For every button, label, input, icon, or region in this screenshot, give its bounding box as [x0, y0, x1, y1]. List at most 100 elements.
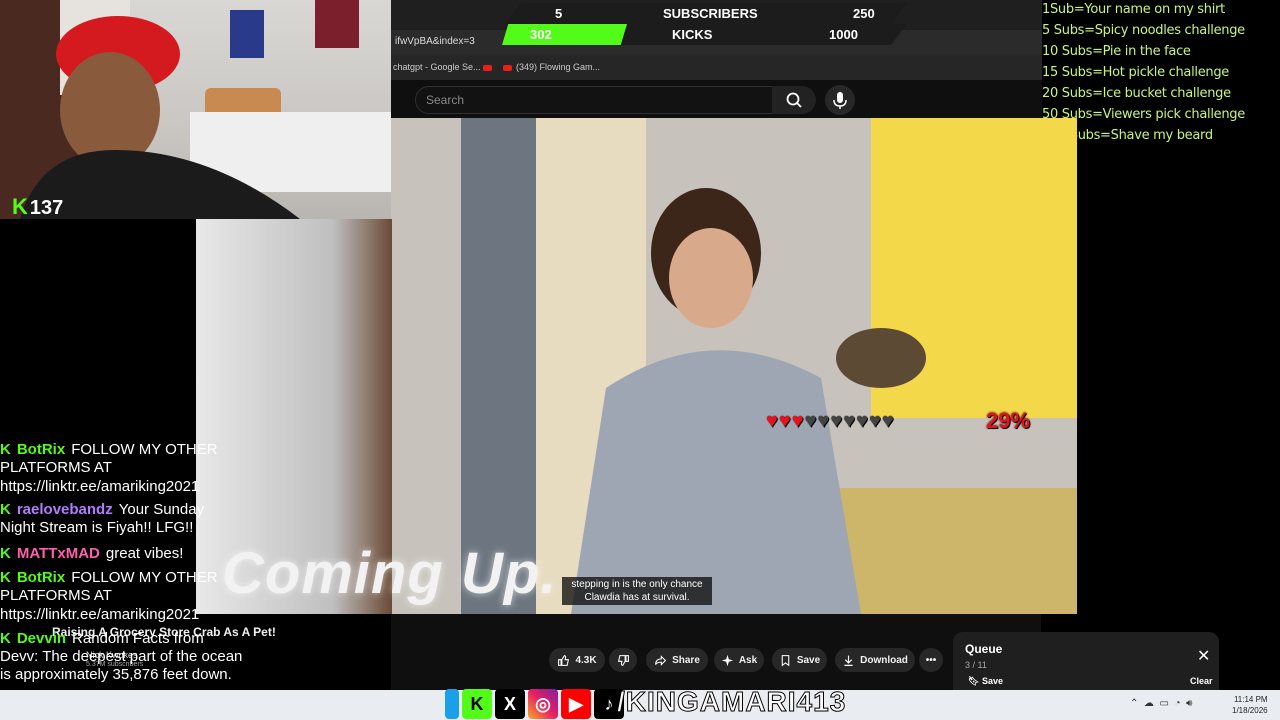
kick-logo-icon: K: [12, 194, 28, 219]
search-input[interactable]: Search: [415, 86, 774, 114]
viewer-count: K 137: [12, 194, 63, 220]
goal-item: 10 Subs=Pie in the face: [1042, 44, 1191, 59]
heart-full-icon: ♥: [778, 410, 791, 432]
bookmark-chatgpt[interactable]: chatgpt - Google Se...: [393, 62, 481, 72]
queue-save-button[interactable]: 🔖︎ Save: [968, 676, 1003, 687]
kicks-label: KICKS: [672, 27, 713, 42]
like-count: 4.3K: [575, 654, 597, 666]
goal-item: 15 Subs=Hot pickle challenge: [1042, 65, 1229, 80]
ask-icon: [721, 654, 733, 666]
goal-item: 20 Subs=Ice bucket challenge: [1042, 86, 1231, 101]
chat-message: K BotRix FOLLOW MY OTHER: [0, 441, 218, 459]
download-label: Download: [860, 654, 908, 666]
kick-badge-icon: K: [0, 501, 11, 518]
chat-text: FOLLOW MY OTHER: [71, 441, 218, 458]
queue-save-label: Save: [981, 676, 1003, 686]
windows-icon[interactable]: [445, 689, 459, 719]
like-button[interactable]: 4.3K: [549, 648, 605, 672]
ask-label: Ask: [738, 654, 758, 666]
kick-badge-icon: K: [0, 545, 11, 562]
chat-text: FOLLOW MY OTHER: [71, 569, 218, 586]
save-icon: [781, 654, 790, 666]
chat-text: is approximately 35,876 feet down.: [0, 666, 232, 683]
chat-text: Random Facts from: [72, 630, 204, 647]
download-button[interactable]: Download: [835, 648, 915, 672]
kick-progress-bar: [502, 24, 627, 45]
chat-message: Devv: The deepest part of the ocean: [0, 648, 242, 666]
download-icon: [844, 655, 853, 666]
health-percent: 29%: [986, 408, 1031, 433]
caption-line: Clawdia has at survival.: [584, 592, 690, 603]
heart-empty-icon: ♥: [843, 410, 856, 432]
heart-full-icon: ♥: [791, 410, 804, 432]
share-button[interactable]: Share: [646, 648, 708, 672]
kicks-current: 302: [530, 27, 552, 42]
share-label: Share: [672, 654, 700, 666]
subs-label: SUBSCRIBERS: [663, 6, 758, 21]
heart-empty-icon: ♥: [817, 410, 830, 432]
health-bar: ♥♥♥♥♥♥♥♥♥♥: [766, 408, 895, 434]
queue-title: Queue: [965, 642, 1003, 656]
search-button[interactable]: [772, 86, 816, 114]
heart-empty-icon: ♥: [804, 410, 817, 432]
chat-text: PLATFORMS AT: [0, 587, 112, 604]
caption-line: stepping in is the only chance: [571, 579, 703, 590]
kick-badge-icon: K: [0, 630, 11, 647]
chat-text: Devv: The deepest part of the ocean: [0, 648, 243, 665]
dislike-icon: [617, 654, 629, 666]
chat-username: raelovebandz: [16, 501, 113, 518]
sub-goals-list: 1Sub=Your name on my shirt 5 Subs=Spicy …: [1042, 0, 1280, 146]
viewer-count-value: 137: [29, 197, 64, 219]
kick-badge-icon: K: [0, 569, 11, 586]
x-icon: X: [495, 689, 525, 719]
subs-goal: 250: [853, 6, 875, 21]
search-icon: [786, 92, 802, 108]
chat-text: great vibes!: [105, 545, 184, 562]
chat-message: is approximately 35,876 feet down.: [0, 666, 232, 684]
chat-message: Kraelovebandz Your Sunday: [0, 501, 204, 519]
chat-message: Night Stream is Fiyah!! LFG!!: [0, 519, 193, 537]
social-links: K X ◎ ▶ ♪: [445, 688, 624, 720]
chat-message: K BotRix FOLLOW MY OTHER: [0, 569, 218, 587]
heart-empty-icon: ♥: [830, 410, 843, 432]
heart-empty-icon: ♥: [869, 410, 881, 432]
chat-message: https://linktr.ee/amariking2021: [0, 478, 199, 496]
chat-username: Devvin: [16, 630, 67, 647]
kick-icon: K: [462, 689, 492, 719]
close-icon: ✕: [1197, 648, 1211, 665]
chat-text: Your Sunday: [118, 501, 205, 518]
bookmark-flowing-games[interactable]: (349) Flowing Gam...: [503, 62, 600, 72]
chat-message: K Devvin Random Facts from: [0, 630, 204, 648]
dislike-button[interactable]: [609, 648, 637, 672]
like-icon: [558, 654, 570, 666]
system-tray: ⌃ ☁ ▭ ◔ 🔊︎: [1130, 698, 1193, 709]
youtube-icon: ▶: [561, 689, 591, 719]
kick-badge-icon: K: [0, 441, 11, 458]
streamer-handle: /KINGAMARI413: [616, 686, 847, 718]
youtube-icon: [483, 62, 496, 72]
address-bar-text: ifwVpBA&index=3: [395, 36, 475, 47]
bookmarks-bar: chatgpt - Google Se... (349) Flowing Gam…: [391, 54, 1042, 80]
clock-time: 11:14 PM: [1233, 695, 1268, 704]
voice-search-button[interactable]: [825, 85, 855, 115]
goal-item: 1Sub=Your name on my shirt: [1042, 2, 1225, 17]
chat-username: BotRix: [16, 441, 66, 458]
instagram-icon: ◎: [528, 689, 558, 719]
system-clock[interactable]: 11:14 PM 1/18/2026: [1232, 694, 1268, 716]
kicks-goal: 1000: [829, 27, 858, 42]
ask-button[interactable]: Ask: [714, 648, 764, 672]
chat-message: PLATFORMS AT: [0, 459, 112, 477]
chat-text: https://linktr.ee/amariking2021: [0, 606, 200, 623]
chat-username: MATTxMAD: [16, 545, 100, 562]
queue-clear-button[interactable]: Clear: [1190, 676, 1213, 686]
webcam-scene: [0, 0, 391, 219]
queue-close-button[interactable]: ✕: [1197, 646, 1210, 666]
save-button[interactable]: Save: [772, 648, 827, 672]
save-label: Save: [796, 654, 821, 666]
more-actions-button[interactable]: •••: [919, 648, 943, 672]
save-icon: 🔖︎: [968, 676, 980, 686]
more-icon: •••: [925, 654, 937, 666]
chat-text: Night Stream is Fiyah!! LFG!!: [0, 519, 194, 536]
clock-date: 1/18/2026: [1232, 706, 1268, 715]
coming-up-overlay: Coming Up.: [222, 541, 558, 606]
